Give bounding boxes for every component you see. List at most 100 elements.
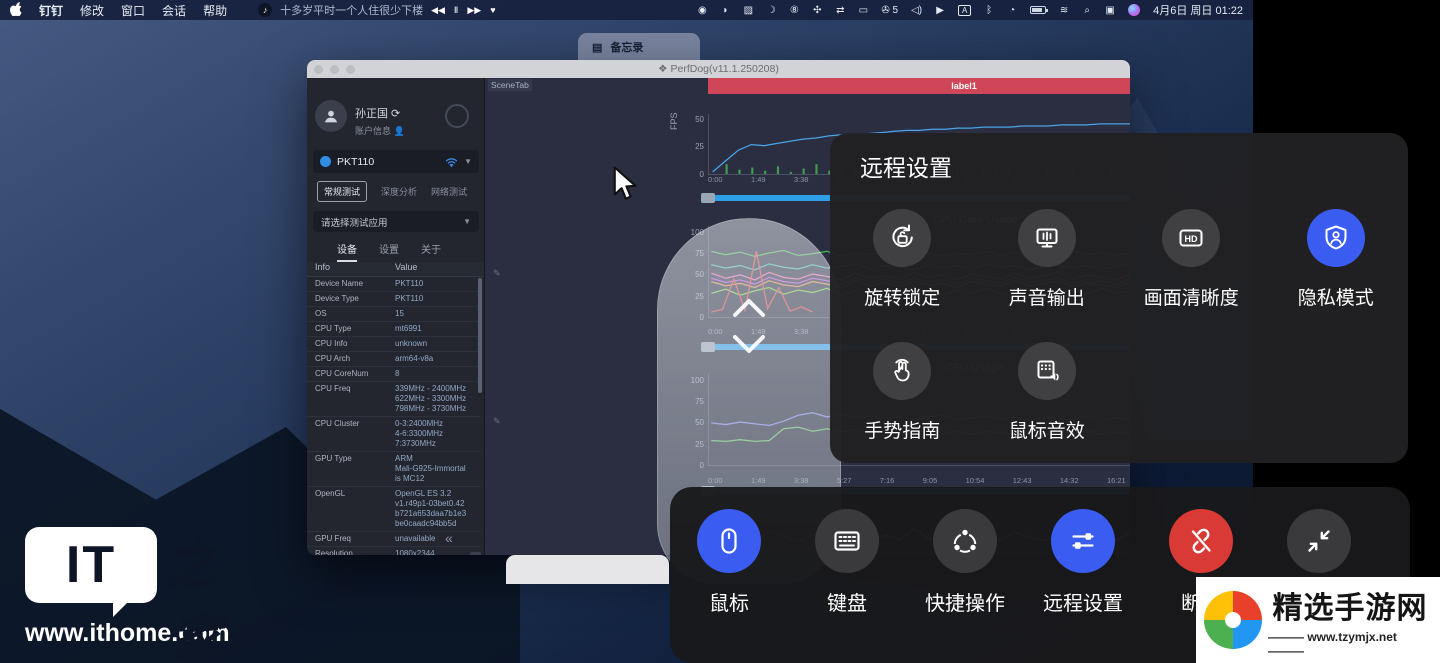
apple-menu-icon[interactable] <box>10 2 22 19</box>
row-label: Device Name <box>307 279 395 289</box>
device-selector[interactable]: PKT110 ▼ <box>313 150 479 173</box>
calendar-icon[interactable]: ▨ <box>743 5 753 16</box>
account-info-link[interactable]: 账户信息 👤 <box>355 124 405 137</box>
pause-icon[interactable]: Ⅱ <box>454 5 458 16</box>
user-name: 孙正国 ⟳ <box>355 105 400 121</box>
toolbar-quick-actions[interactable]: 快捷操作 <box>906 509 1024 663</box>
notification-badge-icon[interactable]: ⑧ <box>789 5 799 16</box>
hd-icon: HD <box>1162 209 1220 267</box>
x-tick: 9:05 <box>923 476 938 485</box>
menu-bar-clock[interactable]: 4月6日 周日 01:22 <box>1153 2 1243 18</box>
heart-icon[interactable]: ♥ <box>490 5 495 15</box>
row-label: Device Type <box>307 294 395 304</box>
row-value: ARM Mali-G925-Immortal is MC12 <box>395 454 481 484</box>
sync-arrows-icon[interactable]: ⇄ <box>835 5 845 16</box>
remote-setting-hd[interactable]: HD画面清晰度 <box>1119 195 1264 310</box>
rotation-lock-icon <box>873 209 931 267</box>
gesture-guide-icon <box>873 342 931 400</box>
wifi-icon[interactable]: ≋ <box>1059 5 1069 16</box>
remote-setting-sound-output[interactable]: 声音输出 <box>975 195 1120 310</box>
info-tab-3[interactable]: 关于 <box>421 241 441 262</box>
toolbar-keyboard[interactable]: 键盘 <box>788 509 906 663</box>
siri-icon[interactable] <box>1128 4 1140 16</box>
remote-setting-rotation-lock[interactable]: 旋转锁定 <box>830 195 975 310</box>
remote-setting-label: 手势指南 <box>864 416 940 443</box>
test-tab-2[interactable]: 深度分析 <box>381 185 417 198</box>
table-row: GPU Frequnavailable <box>307 532 481 547</box>
input-source-icon[interactable]: A <box>958 5 971 16</box>
scene-tab-label[interactable]: SceneTab <box>488 79 532 91</box>
toolbar-label: 鼠标 <box>709 587 749 616</box>
table-row: CPU Freq339MHz - 2400MHz 622MHz - 3300MH… <box>307 382 481 417</box>
info-tab-2[interactable]: 设置 <box>379 241 399 262</box>
settings-round-button[interactable] <box>445 104 469 128</box>
remote-setting-privacy-mode[interactable]: 隐私模式 <box>1264 195 1409 310</box>
fps-ytick: 25 <box>674 142 704 151</box>
toolbar-mouse[interactable]: 鼠标 <box>670 509 788 663</box>
avatar[interactable] <box>315 100 347 132</box>
bird-icon[interactable]: ◗ <box>720 5 730 16</box>
row-value: 15 <box>395 309 481 319</box>
svg-text:HD: HD <box>1185 234 1198 244</box>
row-value: PKT110 <box>395 294 481 304</box>
row-value: OpenGL ES 3.2 v1.r49p1-03bet0.42 b721a65… <box>395 489 481 529</box>
x-tick: 3:38 <box>794 175 809 184</box>
music-app-icon[interactable]: ♪ <box>258 3 272 17</box>
menu-item-4[interactable]: 会话 <box>162 4 186 18</box>
sound-output-icon <box>1018 209 1076 267</box>
table-row: CPU Cluster0-3:2400MHz 4-6:3300MHz 7:373… <box>307 417 481 452</box>
play-circle-icon[interactable]: ▶ <box>935 5 945 16</box>
clock-icon[interactable]: ◔ <box>1007 5 1017 16</box>
sidebar-collapse-button[interactable]: « <box>445 530 451 546</box>
bluetooth-icon[interactable]: ᛒ <box>984 5 994 16</box>
moon-icon[interactable]: ☽ <box>766 5 776 16</box>
remote-setting-gesture-guide[interactable]: 手势指南 <box>830 328 975 443</box>
row-label: OS <box>307 309 395 319</box>
perfdog-title-bar[interactable]: ❖ PerfDog(v11.1.250208) <box>307 60 1130 78</box>
row-value: 1080x2344 <box>395 549 481 555</box>
volume-icon[interactable]: ◁) <box>911 5 922 16</box>
row-value: 339MHz - 2400MHz 622MHz - 3300MHz 798MHz… <box>395 384 481 414</box>
chevron-down-icon: ▼ <box>463 217 471 226</box>
table-row: CPU CoreNum8 <box>307 367 481 382</box>
x-tick: 14:32 <box>1060 476 1079 485</box>
toolbar-label: 键盘 <box>827 587 867 616</box>
spotlight-icon[interactable]: ⌕ <box>1082 5 1092 16</box>
fps-ytick: 0 <box>674 170 704 179</box>
mouse-cursor <box>613 166 639 207</box>
menu-item-3[interactable]: 窗口 <box>121 4 145 18</box>
test-app-select[interactable]: 请选择测试应用 ▼ <box>313 211 479 232</box>
edit-icon[interactable]: ✎ <box>493 268 501 279</box>
remote-setting-label: 隐私模式 <box>1298 283 1374 310</box>
memos-window-tab[interactable]: ▤ 备忘录 <box>578 33 700 61</box>
previous-track-icon[interactable]: ◀◀ <box>431 5 445 16</box>
sidebar-corner-button[interactable] <box>470 552 481 555</box>
fan-icon[interactable]: ✣ <box>812 5 822 16</box>
test-app-placeholder: 请选择测试应用 <box>321 215 388 229</box>
memos-label: 备忘录 <box>610 39 643 55</box>
table-row: Device TypePKT110 <box>307 292 481 307</box>
table-row: CPU Infounknown <box>307 337 481 352</box>
test-tab-3[interactable]: 网络测试 <box>431 185 467 198</box>
sidebar-scrollbar[interactable] <box>478 278 482 393</box>
table-row: CPU Archarm64-v8a <box>307 352 481 367</box>
battery-icon[interactable] <box>1030 6 1046 14</box>
edit-icon[interactable]: ✎ <box>493 416 501 427</box>
row-value: unavailable <box>395 534 481 544</box>
record-icon[interactable]: ◉ <box>697 5 707 16</box>
toolbar-remote-settings[interactable]: 远程设置 <box>1024 509 1142 663</box>
remote-setting-mouse-sound[interactable]: 鼠标音效 <box>975 328 1120 443</box>
fps-slider-handle-left[interactable] <box>701 193 715 203</box>
test-tab-1[interactable]: 常规测试 <box>317 181 367 202</box>
display-icon[interactable]: ▭ <box>858 5 868 16</box>
game-controller-icon[interactable]: ✇ 5 <box>881 5 898 16</box>
row-value: unknown <box>395 339 481 349</box>
menu-item-5[interactable]: 帮助 <box>203 4 227 18</box>
user-switch-icon[interactable]: ▣ <box>1105 5 1115 16</box>
ithome-watermark: IT 之家 www.ithome.com <box>25 527 230 648</box>
row-label: CPU CoreNum <box>307 369 395 379</box>
menu-item-2[interactable]: 修改 <box>80 4 104 18</box>
next-track-icon[interactable]: ▶▶ <box>467 5 481 16</box>
menu-item-1[interactable]: 钉钉 <box>39 4 63 18</box>
info-tab-1[interactable]: 设备 <box>337 241 357 262</box>
